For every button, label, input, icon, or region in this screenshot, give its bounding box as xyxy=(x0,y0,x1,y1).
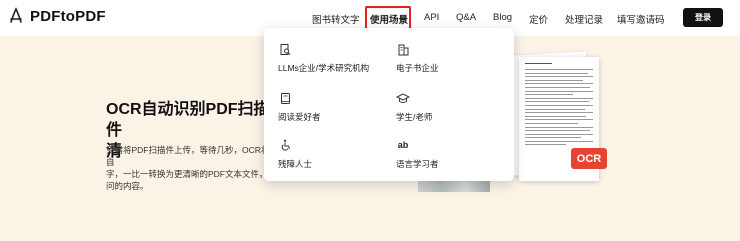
nav-item-api[interactable]: API xyxy=(424,12,439,23)
dropdown-item-label: 电子书企业 xyxy=(396,63,439,73)
wheelchair-icon xyxy=(278,138,292,152)
hero-description: 只需将PDF扫描件上传，等待几秒，OCR将自 字，一比一转换为更清晰的PDF文本… xyxy=(106,145,277,191)
graduation-cap-icon xyxy=(396,91,410,105)
pdf-logo-icon xyxy=(10,7,22,23)
dropdown-item-label: 阅读爱好者 xyxy=(278,112,321,122)
ocr-badge: OCR xyxy=(571,148,607,169)
brand-name: PDFtoPDF xyxy=(30,7,106,25)
active-nav-highlight xyxy=(365,6,411,30)
use-cases-dropdown: LLMs企业/学术研究机构 电子书企业 阅读爱好者 学生/老师 残障人士 ab … xyxy=(264,28,514,181)
book-icon xyxy=(278,91,292,105)
dropdown-item-label: 残障人士 xyxy=(278,159,313,169)
document-header-line xyxy=(525,63,593,64)
ab-letters-icon: ab xyxy=(397,140,409,150)
nav-item-invite-code[interactable]: 填写邀请码 xyxy=(617,12,665,26)
brand-logo[interactable]: PDFtoPDF xyxy=(8,7,106,25)
dropdown-item-label: 语言学习者 xyxy=(396,159,439,169)
login-button[interactable]: 登录 xyxy=(683,8,723,27)
dropdown-item-label: 学生/老师 xyxy=(396,112,433,122)
nav-item-blog[interactable]: Blog xyxy=(493,12,512,23)
office-building-icon xyxy=(396,42,410,56)
dropdown-item-label: LLMs企业/学术研究机构 xyxy=(278,63,370,73)
nav-item-pricing[interactable]: 定价 xyxy=(529,12,548,26)
nav-item-history[interactable]: 处理记录 xyxy=(565,12,603,26)
building-search-icon xyxy=(278,42,292,56)
nav-item-book-to-text[interactable]: 图书转文字 xyxy=(312,12,360,26)
nav-item-qa[interactable]: Q&A xyxy=(456,12,476,23)
